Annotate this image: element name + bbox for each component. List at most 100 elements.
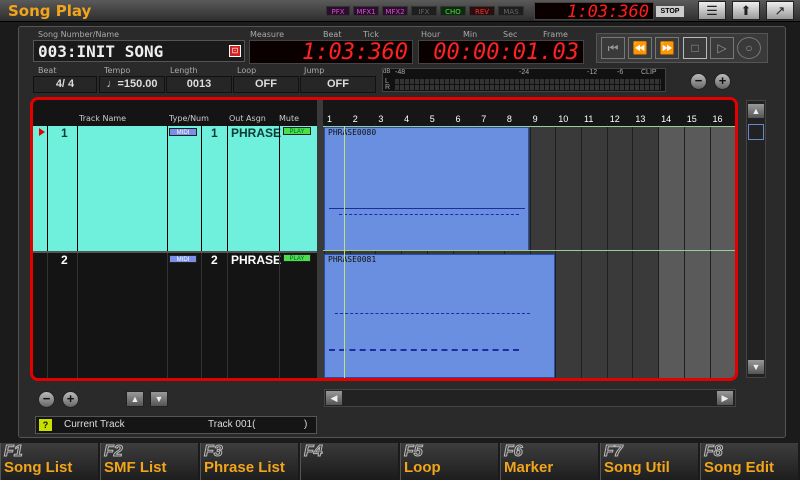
triangle-up-icon: ▲ (751, 106, 761, 116)
fx-badge-pfx[interactable]: PFX (326, 6, 350, 16)
song-lock-icon[interactable]: ⊡ (229, 45, 241, 57)
play-button[interactable]: ▷ (710, 37, 734, 59)
scroll-up-button[interactable]: ▲ (747, 103, 765, 119)
measure-number: 9 (532, 114, 538, 124)
go-to-top-button[interactable]: ⏮ (601, 37, 625, 59)
fast-forward-button[interactable]: ⏩ (655, 37, 679, 59)
track-name-header: Track Name (79, 114, 127, 123)
scroll-down-button[interactable]: ▼ (747, 359, 765, 375)
beat-field[interactable]: 4/ 4 (33, 76, 97, 93)
track-row-1[interactable]: 1 MIDI 1 PHRASE PLAY (33, 126, 317, 252)
hour-label: Hour (421, 30, 441, 39)
phrase-notes (329, 208, 525, 209)
function-key-f5[interactable]: F5 Loop (400, 443, 498, 480)
track-name-cell[interactable] (79, 126, 167, 252)
track-type-number: 1 (211, 126, 218, 140)
track-mute-button[interactable]: PLAY (283, 127, 311, 135)
zoom-in-vertical-button[interactable]: + (62, 391, 79, 408)
menu-icon: ☰ (706, 3, 718, 18)
jump-field[interactable]: OFF (300, 76, 376, 93)
function-key-f3[interactable]: F3 Phrase List (200, 443, 298, 480)
phrase-name: PHRASE0080 (328, 128, 377, 137)
function-key-label: Loop (404, 459, 441, 476)
rewind-button[interactable]: ⏪ (628, 37, 652, 59)
function-key-label: Song Edit (704, 459, 774, 476)
meter-bar-right (395, 85, 661, 90)
fx-badge-mfx1[interactable]: MFX1 (353, 6, 379, 16)
grid-line (581, 124, 582, 378)
track-out-assign[interactable]: PHRASE (231, 253, 281, 267)
track-row-2[interactable]: 2 MIDI 2 PHRASE PLAY (33, 253, 317, 378)
length-field[interactable]: 0013 (166, 76, 232, 93)
help-icon[interactable]: ? (39, 419, 52, 431)
function-key-label: Marker (504, 459, 554, 476)
fast-forward-icon: ⏩ (659, 41, 675, 55)
phrase-block-2[interactable]: PHRASE0081 (324, 254, 555, 378)
grid-line (709, 124, 711, 378)
record-icon: ○ (745, 41, 753, 55)
menu-button[interactable]: ☰ (698, 1, 726, 20)
track-name-cell[interactable] (79, 253, 167, 378)
playback-cursor (344, 126, 345, 378)
triangle-up-icon: ▲ (130, 394, 140, 404)
measure-label: Measure (250, 30, 284, 39)
meter-scale-48: -48 (395, 69, 406, 76)
measure-number: 10 (558, 114, 569, 124)
function-key-f2[interactable]: F2 SMF List (100, 443, 198, 480)
triangle-right-icon: ▶ (721, 393, 729, 403)
song-name-field[interactable]: 003:INIT SONG ⊡ (33, 40, 245, 62)
function-key-label: Song List (4, 459, 73, 476)
track-mute-button[interactable]: PLAY (283, 254, 311, 262)
track-out-assign[interactable]: PHRASE (231, 126, 281, 140)
grid-line (632, 124, 634, 378)
phrase-notes (335, 313, 530, 314)
grid-line (683, 124, 685, 378)
function-key-f4[interactable]: F4 (300, 443, 398, 480)
track-up-button[interactable]: ▲ (126, 391, 144, 407)
measure-number: 6 (455, 114, 461, 124)
function-key-f7[interactable]: F7 Song Util (600, 443, 698, 480)
fx-badge-mfx2[interactable]: MFX2 (382, 6, 408, 16)
zoom-out-vertical-button[interactable]: − (38, 391, 55, 408)
tick-label: Tick (363, 30, 379, 39)
mute-header: Mute (279, 114, 300, 123)
current-track-marker-icon (39, 128, 45, 136)
transport-controls: ⏮ ⏪ ⏩ □ ▷ ○ (596, 33, 768, 63)
scroll-left-button[interactable]: ◀ (325, 390, 343, 406)
plus-icon: + (66, 391, 75, 406)
loop-label: Loop (237, 66, 257, 75)
vertical-scrollbar[interactable] (746, 100, 766, 378)
frame-label: Frame (543, 30, 568, 39)
horizontal-scrollbar[interactable] (324, 389, 736, 407)
fx-badge-mas[interactable]: MAS (498, 6, 524, 16)
phrase-block-1[interactable]: PHRASE0080 (324, 127, 529, 251)
track-down-button[interactable]: ▼ (150, 391, 168, 407)
tempo-field[interactable]: ♩=150.00 (99, 76, 165, 93)
zoom-in-horizontal-button[interactable]: + (714, 73, 731, 90)
vertical-scroll-thumb[interactable] (748, 124, 764, 140)
type-num-header: Type/Num (169, 114, 209, 123)
measure-number: 8 (506, 114, 512, 124)
fx-badge-rev[interactable]: REV (469, 6, 495, 16)
track-area: Track Name Type/Num Out Asgn Mute 1 MIDI… (30, 97, 738, 381)
current-track-bar[interactable]: ? Current Track Track 001( ) (35, 416, 317, 434)
fx-badge-cho[interactable]: CHO (440, 6, 466, 16)
function-key-f8[interactable]: F8 Song Edit (700, 443, 798, 480)
record-button[interactable]: ○ (737, 37, 761, 59)
current-track-label: Current Track (64, 419, 125, 430)
measure-number: 15 (686, 114, 697, 124)
fx-badge-ifx[interactable]: IFX (411, 6, 437, 16)
loop-field[interactable]: OFF (233, 76, 299, 93)
up-button[interactable]: ⬆ (732, 1, 760, 20)
function-key-f1[interactable]: F1 Song List (0, 443, 98, 480)
export-button[interactable]: ↗ (766, 1, 794, 20)
function-key-f6[interactable]: F6 Marker (500, 443, 598, 480)
zoom-out-horizontal-button[interactable]: − (690, 73, 707, 90)
function-key-label: SMF List (104, 459, 167, 476)
track-type-number: 2 (211, 253, 218, 267)
grid-line (555, 124, 557, 378)
time-display: 00:00:01.03 (418, 40, 584, 64)
skip-back-icon: ⏮ (607, 41, 619, 55)
scroll-right-button[interactable]: ▶ (716, 390, 734, 406)
stop-button[interactable]: □ (683, 37, 707, 59)
